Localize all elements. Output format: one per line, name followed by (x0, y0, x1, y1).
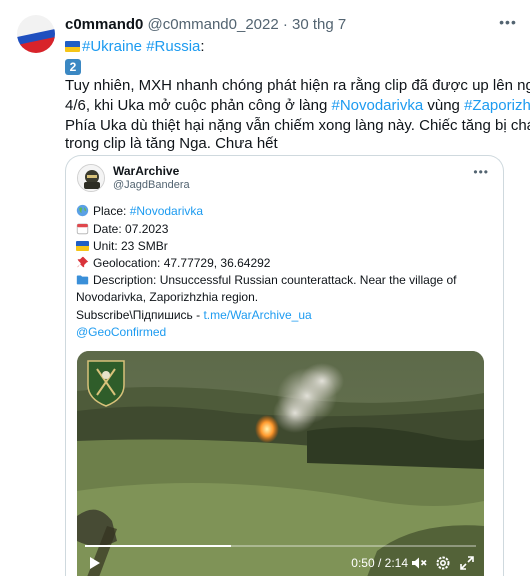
folder-icon (76, 275, 89, 285)
subscribe-label: Subscribe\Підпишись - (76, 308, 204, 322)
ukraine-flag-icon (65, 41, 80, 52)
quoted-handle[interactable]: @JagdBandera (113, 178, 190, 192)
quoted-tweet-card[interactable]: WarArchive @JagdBandera ••• Place: #Novo… (65, 155, 504, 576)
hashtag-russia[interactable]: #Russia (146, 38, 200, 55)
geolocation-text: Geolocation: 47.77729, 36.64292 (93, 256, 271, 270)
user-handle[interactable]: @c0mmand0_2022 (148, 16, 279, 33)
body-text: vùng (423, 97, 465, 114)
tweet-header: c0mmand0 @c0mmand0_2022 · 30 thg 7 (65, 16, 346, 34)
video-progress-bar[interactable] (85, 545, 476, 547)
tweet-body-line-4: trong clip là tăng Nga. Chưa hết (65, 135, 278, 152)
tweet[interactable]: c0mmand0 @c0mmand0_2022 · 30 thg 7 ••• #… (0, 0, 530, 576)
fullscreen-icon[interactable] (458, 554, 476, 572)
play-icon[interactable] (85, 554, 103, 572)
tweet-body-line-1: Tuy nhiên, MXH nhanh chóng phát hiện ra … (65, 77, 530, 94)
place-line: Place: #Novodarivka (76, 203, 203, 219)
geoconfirmed-mention[interactable]: @GeoConfirmed (76, 325, 166, 339)
quoted-avatar-image (78, 165, 104, 191)
colon: : (200, 38, 205, 55)
avatar[interactable] (17, 15, 55, 53)
unit-text: Unit: 23 SMBr (93, 239, 168, 253)
keycap-two-icon: 2 (65, 59, 81, 75)
more-icon[interactable]: ••• (498, 14, 518, 30)
place-link[interactable]: #Novodarivka (130, 204, 203, 218)
hashtag-ukraine[interactable]: #Ukraine (82, 38, 142, 55)
ukraine-flag-icon (76, 241, 89, 251)
place-label: Place: (93, 204, 130, 218)
gear-icon[interactable] (434, 554, 452, 572)
quoted-avatar[interactable] (77, 164, 105, 192)
avatar-image (17, 15, 55, 53)
volume-muted-icon[interactable] (410, 554, 428, 572)
video-frame (77, 351, 484, 576)
body-text: 4/6, khi Uka mở cuộc phản công ở làng (65, 97, 332, 114)
hashtag-zaporizhia[interactable]: #Zaporizhia (464, 97, 530, 114)
description-line-2: Novodarivka, Zaporizhzhia region. (76, 290, 259, 304)
video-controls: 0:50 / 2:14 (77, 549, 484, 576)
date-text: Date: 07.2023 (93, 222, 169, 236)
geoconfirmed-line: @GeoConfirmed (76, 324, 166, 340)
quoted-display-name[interactable]: WarArchive (113, 164, 179, 178)
separator-dot: · (282, 16, 288, 33)
globe-icon (76, 204, 89, 217)
video-progress-fill (85, 545, 231, 547)
hashtag-novodarivka[interactable]: #Novodarivka (331, 97, 423, 114)
tweet-body-line-3: Phía Uka dù thiệt hại nặng vẫn chiếm xon… (65, 117, 530, 134)
number-line: 2 (65, 57, 81, 77)
description-line-1: Description: Unsuccessful Russian counte… (76, 272, 457, 288)
video-time: 0:50 / 2:14 (351, 556, 408, 570)
calendar-icon (76, 223, 89, 235)
pushpin-icon (77, 256, 89, 268)
subscribe-line: Subscribe\Підпишись - t.me/WarArchive_ua (76, 307, 312, 323)
date-line: Date: 07.2023 (76, 221, 168, 237)
display-name[interactable]: c0mmand0 (65, 16, 143, 33)
tweet-body-line-2: 4/6, khi Uka mở cuộc phản công ở làng #N… (65, 96, 530, 116)
more-icon[interactable]: ••• (473, 165, 489, 179)
video-player[interactable]: 0:50 / 2:14 (77, 351, 484, 576)
description-text: Description: Unsuccessful Russian counte… (93, 273, 457, 287)
timestamp[interactable]: 30 thg 7 (292, 16, 346, 33)
hashtag-line: #Ukraine #Russia: (65, 37, 205, 57)
geolocation-line: Geolocation: 47.77729, 36.64292 (76, 255, 270, 271)
telegram-link[interactable]: t.me/WarArchive_ua (203, 308, 311, 322)
unit-line: Unit: 23 SMBr (76, 238, 168, 254)
